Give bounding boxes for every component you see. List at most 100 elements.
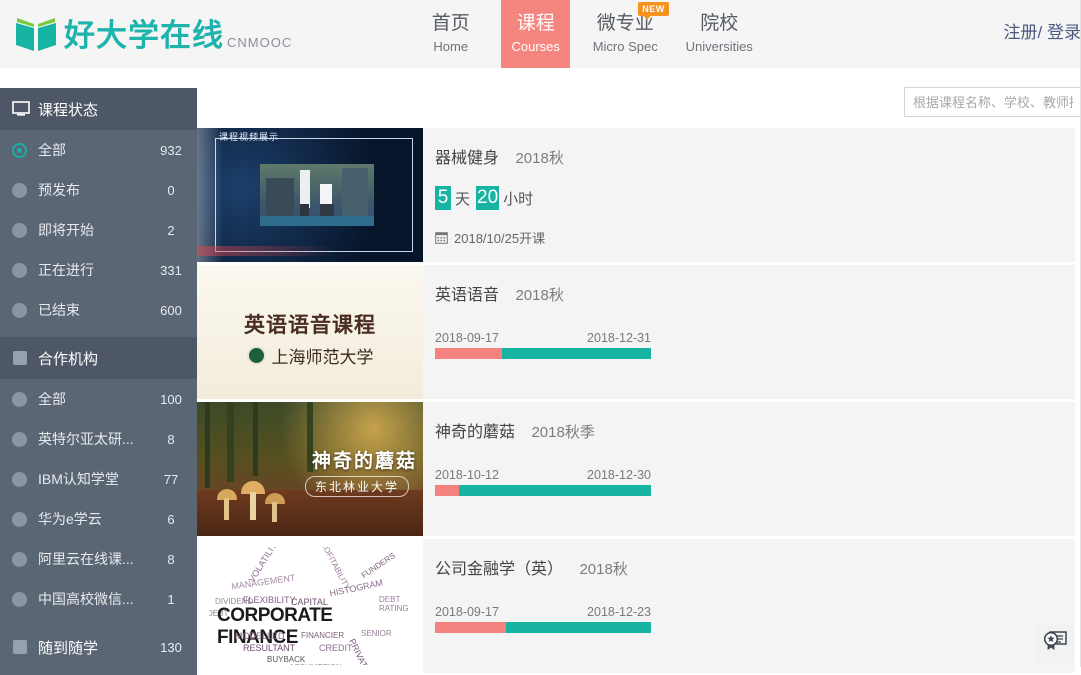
new-badge: NEW <box>638 2 669 16</box>
radio-icon <box>12 263 27 278</box>
sidebar-item-count: 77 <box>145 472 197 487</box>
sidebar-block-partners: 合作机构 全部 100 英特尔亚太研... 8 IBM认知学堂 77 华为e学云… <box>0 337 197 619</box>
course-progress-bar <box>435 485 651 496</box>
course-countdown: 5 天 20 小时 <box>435 186 1075 210</box>
course-card[interactable]: 神奇的蘑菇 东北林业大学 神奇的蘑菇 2018秋季 2018-10-12 201… <box>197 402 1075 536</box>
thumbnail-subcaption: 东北林业大学 <box>305 476 409 497</box>
countdown-hours-unit: 小时 <box>503 188 533 209</box>
sidebar-item-ongoing[interactable]: 正在进行 331 <box>0 250 197 290</box>
sidebar-item-upcoming[interactable]: 即将开始 2 <box>0 210 197 250</box>
course-date-range: 2018-10-12 2018-12-30 <box>435 468 651 482</box>
sidebar-header-label: 课程状态 <box>38 99 98 120</box>
nav-item-universities[interactable]: 院校 Universities <box>680 0 758 68</box>
sidebar-header-self-paced[interactable]: 随到随学 130 <box>0 626 197 668</box>
progress-elapsed <box>435 485 459 496</box>
course-term: 2018秋 <box>579 561 627 578</box>
nav-item-micro-spec-en: Micro Spec <box>593 37 658 57</box>
logo-subtitle: CNMOOC <box>227 35 292 50</box>
radio-icon <box>12 223 27 238</box>
course-progress-bar <box>435 622 651 633</box>
sidebar-block-course-status: 课程状态 全部 932 预发布 0 即将开始 2 正在进行 331 已结束 60… <box>0 88 197 330</box>
course-start-date: 2018-09-17 <box>435 605 499 619</box>
course-start-date: 2018-10-12 <box>435 468 499 482</box>
sidebar-item-label: 全部 <box>38 140 145 160</box>
square-icon <box>12 639 30 655</box>
sidebar-item-all-partners[interactable]: 全部 100 <box>0 379 197 419</box>
sidebar-item-label: IBM认知学堂 <box>38 469 145 489</box>
sidebar-item-count: 331 <box>145 263 197 278</box>
course-card[interactable]: 英语语音课程 上海师范大学 英语语音 2018秋 2018-09-17 2018… <box>197 265 1075 399</box>
sidebar-header-label: 合作机构 <box>38 348 98 369</box>
english-phonetics-thumbnail[interactable]: 英语语音课程 上海师范大学 <box>197 265 423 399</box>
radio-icon <box>12 552 27 567</box>
site-logo[interactable]: 好大学在线 CNMOOC <box>14 15 292 53</box>
sidebar-item-all-status[interactable]: 全部 932 <box>0 130 197 170</box>
nav-item-home-en: Home <box>433 37 468 57</box>
calendar-icon <box>435 231 448 244</box>
sidebar-item-aliyun[interactable]: 阿里云在线课... 8 <box>0 539 197 579</box>
course-start-text: 2018/10/25开课 <box>454 228 545 247</box>
course-title-row: 公司金融学（英） 2018秋 <box>435 555 1075 579</box>
sidebar-item-ibm[interactable]: IBM认知学堂 77 <box>0 459 197 499</box>
course-card[interactable]: VOLATILITY PROFITABILITY FUNDERS MANAGEM… <box>197 539 1075 673</box>
radio-icon <box>12 183 27 198</box>
corporate-finance-wordcloud-thumbnail[interactable]: VOLATILITY PROFITABILITY FUNDERS MANAGEM… <box>197 539 423 673</box>
monitor-icon <box>12 101 30 117</box>
course-title-row: 神奇的蘑菇 2018秋季 <box>435 418 1075 442</box>
certificate-badge-icon <box>1042 630 1068 659</box>
mushroom-forest-thumbnail[interactable]: 神奇的蘑菇 东北林业大学 <box>197 402 423 536</box>
certificate-badge-button[interactable] <box>1036 625 1074 663</box>
nav-item-courses-en: Courses <box>512 37 560 57</box>
course-card-body: 英语语音 2018秋 2018-09-17 2018-12-31 <box>423 265 1075 399</box>
gym-video-thumbnail[interactable]: 课程视频展示 <box>197 128 423 262</box>
radio-icon <box>12 512 27 527</box>
course-title-row: 器械健身 2018秋 <box>435 144 1075 168</box>
thumbnail-subcaption: 上海师范大学 <box>272 343 374 368</box>
sidebar-item-wechat[interactable]: 中国高校微信... 1 <box>0 579 197 619</box>
search-bar <box>197 68 1081 128</box>
main-content: 课程视频展示 器械健身 2018秋 5 天 20 小时 <box>197 68 1081 667</box>
radio-selected-icon <box>12 143 27 158</box>
sidebar-item-prerelease[interactable]: 预发布 0 <box>0 170 197 210</box>
thumbnail-caption: 课程视频展示 <box>219 130 279 143</box>
course-term: 2018秋 <box>515 150 563 167</box>
sidebar-item-finished[interactable]: 已结束 600 <box>0 290 197 330</box>
course-date-range: 2018-09-17 2018-12-23 <box>435 605 651 619</box>
sidebar-item-count: 932 <box>145 143 197 158</box>
sidebar-header-course-status: 课程状态 <box>0 88 197 130</box>
filter-sidebar: 课程状态 全部 932 预发布 0 即将开始 2 正在进行 331 已结束 60… <box>0 88 197 675</box>
nav-item-courses-cn: 课程 <box>517 11 555 37</box>
logo-text: 好大学在线 <box>64 20 224 51</box>
course-end-date: 2018-12-31 <box>587 331 651 345</box>
course-progress-bar <box>435 348 651 359</box>
course-title: 器械健身 <box>435 150 499 167</box>
nav-item-courses[interactable]: 课程 Courses <box>501 0 570 68</box>
search-input[interactable] <box>904 87 1081 117</box>
countdown-days-unit: 天 <box>455 188 470 209</box>
course-card[interactable]: 课程视频展示 器械健身 2018秋 5 天 20 小时 <box>197 128 1075 262</box>
nav-item-home-cn: 首页 <box>432 11 470 37</box>
site-header: 好大学在线 CNMOOC 首页 Home 课程 Courses NEW 微专业 … <box>0 0 1081 68</box>
nav-item-micro-spec[interactable]: NEW 微专业 Micro Spec <box>586 0 664 68</box>
sidebar-header-partners: 合作机构 <box>0 337 197 379</box>
register-login-link[interactable]: 注册/ 登录 <box>1004 18 1081 43</box>
course-term: 2018秋 <box>515 287 563 304</box>
nav-item-universities-en: Universities <box>686 37 753 57</box>
course-start-date: 2018-09-17 <box>435 331 499 345</box>
course-title: 公司金融学（英） <box>435 561 563 578</box>
course-title-row: 英语语音 2018秋 <box>435 281 1075 305</box>
nav-item-universities-cn: 院校 <box>700 11 738 37</box>
sidebar-item-label: 全部 <box>38 389 145 409</box>
progress-elapsed <box>435 622 506 633</box>
radio-icon <box>12 303 27 318</box>
sidebar-item-count: 1 <box>145 592 197 607</box>
sidebar-item-count: 100 <box>145 392 197 407</box>
radio-icon <box>12 392 27 407</box>
sidebar-item-intel[interactable]: 英特尔亚太研... 8 <box>0 419 197 459</box>
radio-icon <box>12 472 27 487</box>
nav-item-home[interactable]: 首页 Home <box>416 0 485 68</box>
sidebar-item-count: 0 <box>145 183 197 198</box>
sidebar-item-huawei[interactable]: 华为e学云 6 <box>0 499 197 539</box>
course-end-date: 2018-12-23 <box>587 605 651 619</box>
course-title: 神奇的蘑菇 <box>435 424 515 441</box>
